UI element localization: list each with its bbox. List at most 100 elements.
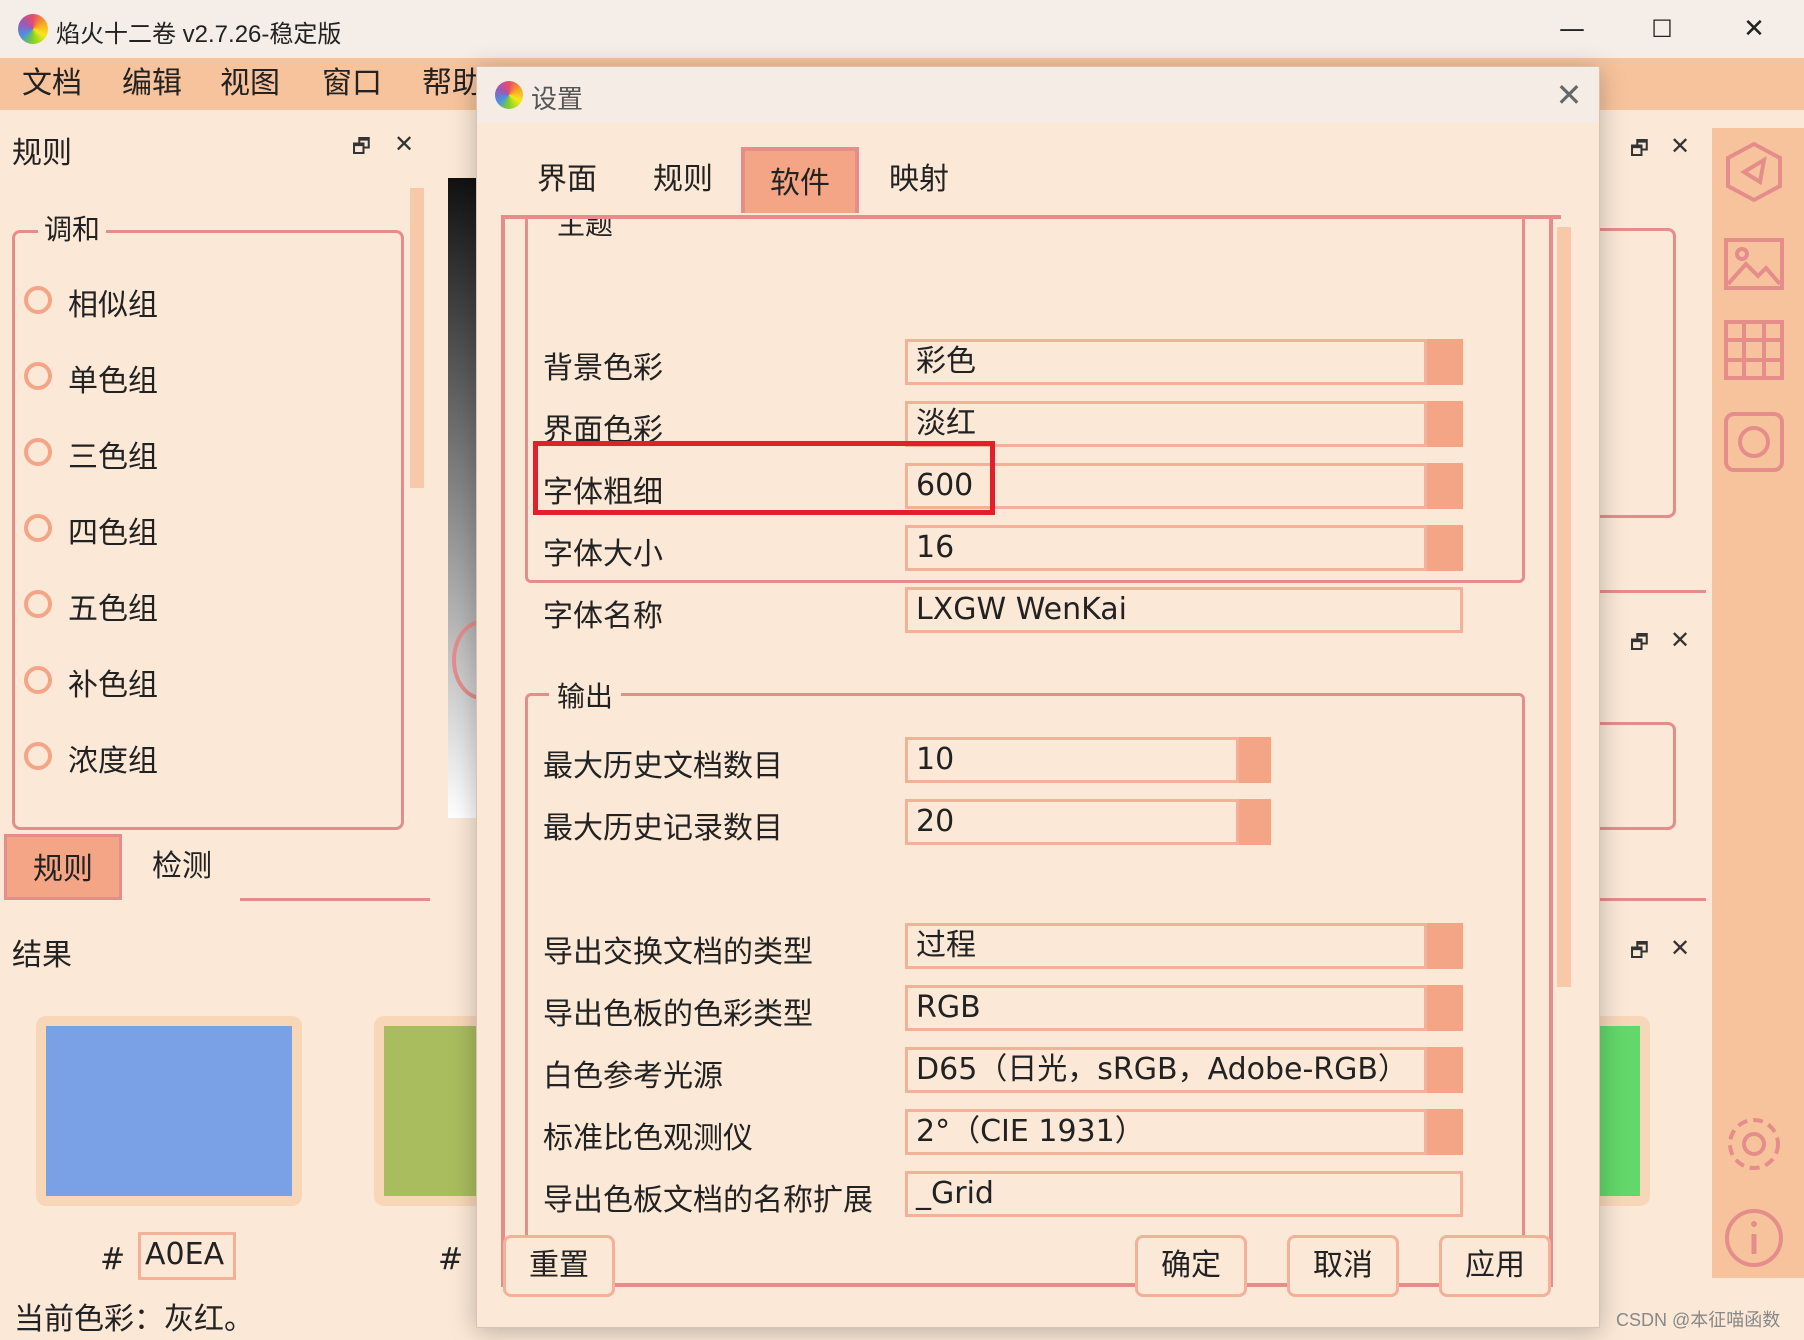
minimize-button[interactable]: — [1532, 8, 1612, 50]
image-icon[interactable] [1722, 232, 1786, 296]
color-swatch-blue[interactable] [46, 1026, 292, 1196]
menu-document[interactable]: 文档 [22, 58, 82, 110]
radio-similar[interactable] [24, 286, 52, 314]
radio-mono[interactable] [24, 362, 52, 390]
result-panel-title: 结果 [12, 938, 72, 973]
float-panel-icon[interactable]: 🗗 [1630, 628, 1649, 662]
font-size-highlight [533, 441, 995, 515]
tab-rules[interactable]: 规则 [627, 147, 739, 213]
gear-icon[interactable] [1722, 1112, 1786, 1176]
ok-button[interactable]: 确定 [1135, 1235, 1247, 1297]
float-panel-icon[interactable]: 🗗 [1630, 936, 1649, 970]
settings-content: 主题 背景色彩 彩色 界面色彩 淡红 字体粗细 600 字体大小 16 字体名称… [501, 219, 1553, 1287]
tab-mapping[interactable]: 映射 [863, 147, 975, 213]
setting-label: 背景色彩 [543, 351, 663, 386]
color-wheel-icon[interactable] [1722, 140, 1786, 204]
white-reference-select[interactable]: D65（日光，sRGB，Adobe-RGB） [905, 1047, 1463, 1093]
tab-rules[interactable]: 规则 [4, 834, 122, 900]
color-swatch-green[interactable] [384, 1026, 484, 1196]
close-button[interactable]: ✕ [1714, 8, 1794, 50]
content-scrollbar[interactable] [1557, 227, 1571, 987]
right-panel-frame [1590, 722, 1676, 830]
setting-label: 字体名称 [543, 599, 663, 634]
option-label: 浓度组 [68, 744, 158, 779]
tab-interface[interactable]: 界面 [511, 147, 623, 213]
palette-icon[interactable] [1722, 410, 1786, 474]
tab-detect[interactable]: 检测 [126, 834, 238, 900]
close-panel-icon[interactable]: ✕ [1670, 934, 1690, 962]
max-history-docs-spin[interactable]: 10 [905, 737, 1271, 783]
radio-pentad[interactable] [24, 590, 52, 618]
font-size-select[interactable]: 16 [905, 525, 1463, 571]
right-toolbar [1712, 128, 1804, 1278]
dialog-title: 设置 [531, 85, 584, 115]
reset-button[interactable]: 重置 [503, 1235, 615, 1297]
output-section-title: 输出 [549, 675, 622, 715]
select-value: 过程 [905, 923, 1427, 969]
apply-button[interactable]: 应用 [1439, 1235, 1551, 1297]
menu-edit[interactable]: 编辑 [122, 58, 182, 110]
right-panel-frame [1590, 228, 1676, 518]
select-value: D65（日光，sRGB，Adobe-RGB） [905, 1047, 1427, 1093]
float-panel-icon[interactable]: 🗗 [352, 132, 371, 166]
export-exchange-type-select[interactable]: 过程 [905, 923, 1463, 969]
setting-label: 导出色板文档的名称扩展 [543, 1183, 873, 1218]
close-panel-icon[interactable]: ✕ [1670, 626, 1690, 654]
font-name-input[interactable]: LXGW WenKai [905, 587, 1463, 633]
spin-value: 20 [905, 799, 1239, 845]
radio-triad[interactable] [24, 438, 52, 466]
left-scrollbar[interactable] [410, 188, 424, 488]
select-value: 彩色 [905, 339, 1427, 385]
option-label: 相似组 [68, 288, 158, 323]
rule-panel-title: 规则 [12, 136, 72, 171]
option-label: 单色组 [68, 364, 158, 399]
dialog-titlebar [477, 67, 1599, 123]
export-color-type-select[interactable]: RGB [905, 985, 1463, 1031]
max-history-records-spin[interactable]: 20 [905, 799, 1271, 845]
maximize-button[interactable]: ☐ [1622, 8, 1702, 50]
app-logo-icon [18, 14, 48, 44]
palette-name-extension-input[interactable]: _Grid [905, 1171, 1463, 1217]
observer-select[interactable]: 2°（CIE 1931） [905, 1109, 1463, 1155]
theme-section-title: 主题 [549, 219, 622, 243]
setting-label: 最大历史文档数目 [543, 749, 783, 784]
option-label: 补色组 [68, 668, 158, 703]
dialog-close-button[interactable]: ✕ [1547, 73, 1591, 117]
canvas-gradient [448, 178, 478, 818]
grid-icon[interactable] [1722, 318, 1786, 382]
option-label: 四色组 [68, 516, 158, 551]
close-panel-icon[interactable]: ✕ [1670, 132, 1690, 160]
menu-view[interactable]: 视图 [220, 58, 280, 110]
select-value: RGB [905, 985, 1427, 1031]
radio-complement[interactable] [24, 666, 52, 694]
hex-hash: # [438, 1242, 464, 1277]
radio-tetrad[interactable] [24, 514, 52, 542]
setting-label: 导出色板的色彩类型 [543, 997, 813, 1032]
option-label: 五色组 [68, 592, 158, 627]
settings-dialog: 设置 ✕ 界面 规则 软件 映射 主题 背景色彩 彩色 界面色彩 淡红 字体粗细… [476, 66, 1600, 1328]
cancel-button[interactable]: 取消 [1287, 1235, 1399, 1297]
info-icon[interactable] [1722, 1206, 1786, 1270]
right-divider [1590, 590, 1706, 593]
setting-label: 导出交换文档的类型 [543, 935, 813, 970]
menu-help[interactable]: 帮助 [422, 58, 482, 110]
setting-label: 标准比色观测仪 [543, 1121, 753, 1156]
tab-software[interactable]: 软件 [741, 147, 859, 213]
setting-label: 白色参考光源 [543, 1059, 723, 1094]
current-color-text: 当前色彩：灰红。 [14, 1302, 254, 1337]
spin-value: 10 [905, 737, 1239, 783]
select-value: 16 [905, 525, 1427, 571]
harmony-group-title: 调和 [38, 208, 107, 248]
hex-input[interactable]: A0EA [138, 1232, 236, 1280]
setting-label: 字体大小 [543, 537, 663, 572]
tab-divider [240, 898, 430, 901]
watermark: CSDN @本征喵函数 [1616, 1310, 1781, 1330]
dialog-logo-icon [495, 81, 523, 109]
radio-shade[interactable] [24, 742, 52, 770]
app-title: 焰火十二卷 v2.7.26-稳定版 [56, 21, 342, 48]
setting-label: 最大历史记录数目 [543, 811, 783, 846]
menu-window[interactable]: 窗口 [322, 58, 382, 110]
background-color-select[interactable]: 彩色 [905, 339, 1463, 385]
close-panel-icon[interactable]: ✕ [394, 130, 414, 158]
float-panel-icon[interactable]: 🗗 [1630, 134, 1649, 168]
